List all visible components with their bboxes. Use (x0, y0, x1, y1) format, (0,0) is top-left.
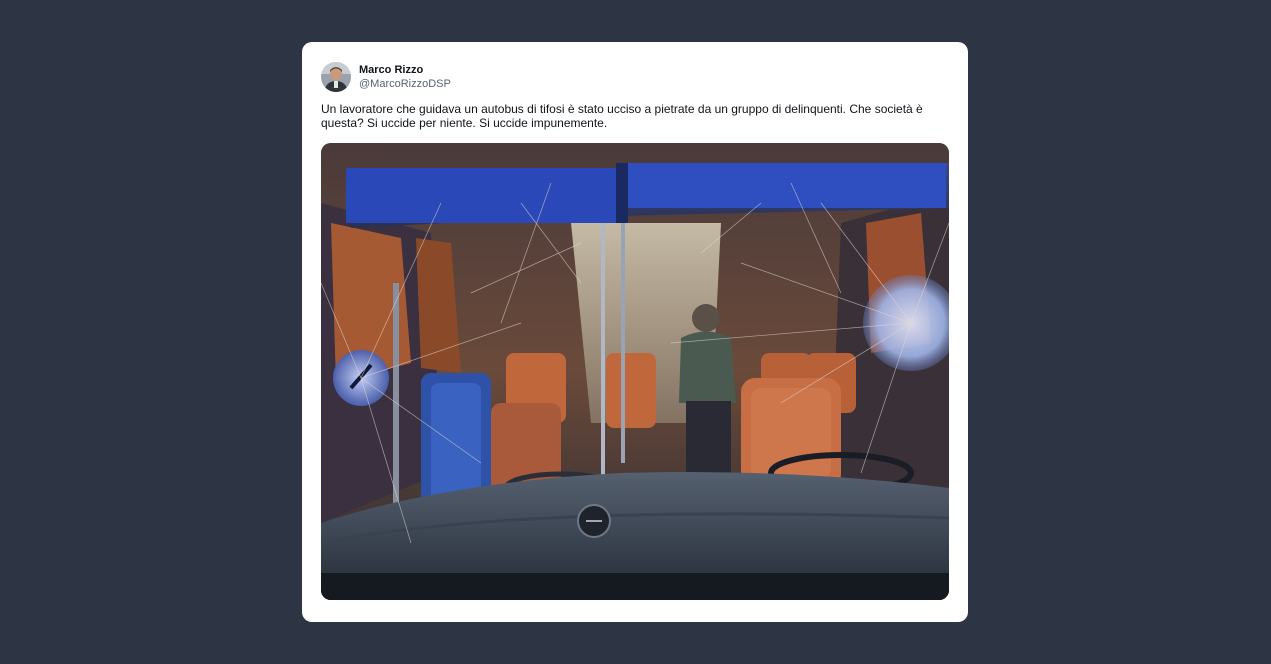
tweet-header: Marco Rizzo @MarcoRizzoDSP (321, 61, 451, 93)
author-names: Marco Rizzo @MarcoRizzoDSP (359, 63, 451, 91)
tweet-card: Marco Rizzo @MarcoRizzoDSP Un lavoratore… (302, 42, 968, 622)
author-handle[interactable]: @MarcoRizzoDSP (359, 77, 451, 91)
avatar[interactable] (321, 62, 351, 92)
author-display-name[interactable]: Marco Rizzo (359, 63, 451, 77)
bus-interior-photo (321, 143, 949, 600)
tweet-text: Un lavoratore che guidava un autobus di … (321, 102, 923, 130)
tweet-media-photo[interactable] (321, 143, 949, 600)
